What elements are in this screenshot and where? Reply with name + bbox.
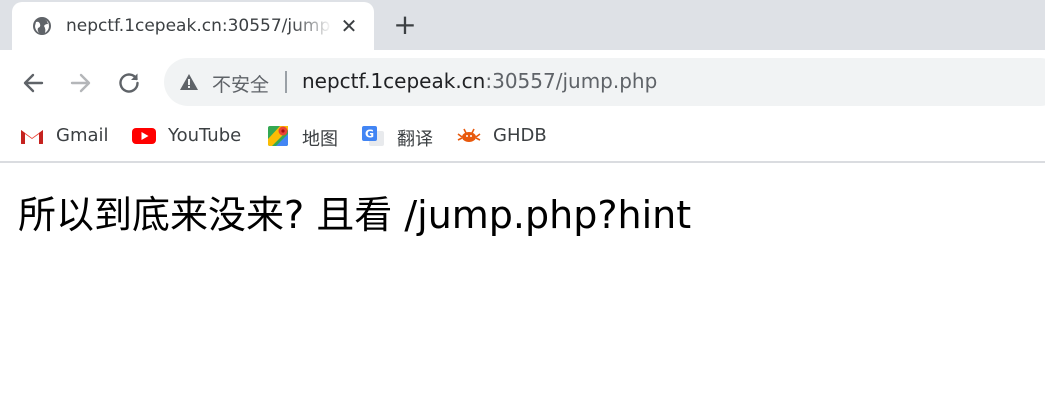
bookmark-label: 翻译 bbox=[397, 129, 433, 150]
youtube-icon bbox=[132, 128, 156, 144]
bookmark-label: Gmail bbox=[56, 125, 109, 146]
page-content: 所以到底来没来? 且看 /jump.php?hint bbox=[0, 163, 1045, 409]
warning-triangle-icon[interactable] bbox=[180, 74, 198, 90]
security-label[interactable]: 不安全 bbox=[212, 70, 269, 96]
bookmark-translate[interactable]: G 翻译 bbox=[361, 124, 441, 150]
browser-tab[interactable]: nepctf.1cepeak.cn:30557/jump.php ✕ bbox=[12, 2, 374, 50]
bookmark-ghdb[interactable]: GHDB bbox=[457, 124, 552, 148]
arrow-right-icon[interactable] bbox=[68, 70, 94, 96]
bookmark-label: 地图 bbox=[302, 129, 338, 150]
bookmark-label: GHDB bbox=[493, 125, 547, 146]
svg-text:G: G bbox=[365, 128, 374, 141]
gmail-icon bbox=[21, 128, 43, 144]
address-bar[interactable]: 不安全 nepctf.1cepeak.cn:30557/jump.php bbox=[164, 58, 1045, 106]
tab-close-icon[interactable]: ✕ bbox=[338, 15, 360, 37]
new-tab-button[interactable]: + bbox=[392, 11, 418, 39]
reload-icon[interactable] bbox=[116, 70, 142, 96]
toolbar: 不安全 nepctf.1cepeak.cn:30557/jump.php bbox=[0, 50, 1045, 114]
arrow-left-icon[interactable] bbox=[20, 70, 46, 96]
url-path: :30557/jump.php bbox=[485, 69, 658, 93]
security-divider bbox=[285, 71, 287, 93]
ghdb-icon bbox=[457, 128, 481, 142]
tab-title: nepctf.1cepeak.cn:30557/jump.php bbox=[66, 16, 332, 36]
translate-icon: G bbox=[362, 126, 384, 146]
maps-icon bbox=[268, 126, 288, 146]
bookmark-gmail[interactable]: Gmail bbox=[20, 124, 110, 148]
tab-strip: nepctf.1cepeak.cn:30557/jump.php ✕ + bbox=[0, 0, 1045, 50]
bookmark-youtube[interactable]: YouTube bbox=[132, 124, 247, 148]
globe-icon bbox=[33, 17, 51, 35]
bookmark-label: YouTube bbox=[168, 125, 242, 146]
url-text[interactable]: nepctf.1cepeak.cn:30557/jump.php bbox=[302, 69, 657, 93]
page-body-text: 所以到底来没来? 且看 /jump.php?hint bbox=[18, 193, 692, 237]
url-host: nepctf.1cepeak.cn bbox=[302, 69, 486, 93]
bookmarks-bar: Gmail YouTube 地图 G 翻译 GHDB bbox=[0, 114, 1045, 163]
bookmark-maps[interactable]: 地图 bbox=[266, 124, 346, 150]
